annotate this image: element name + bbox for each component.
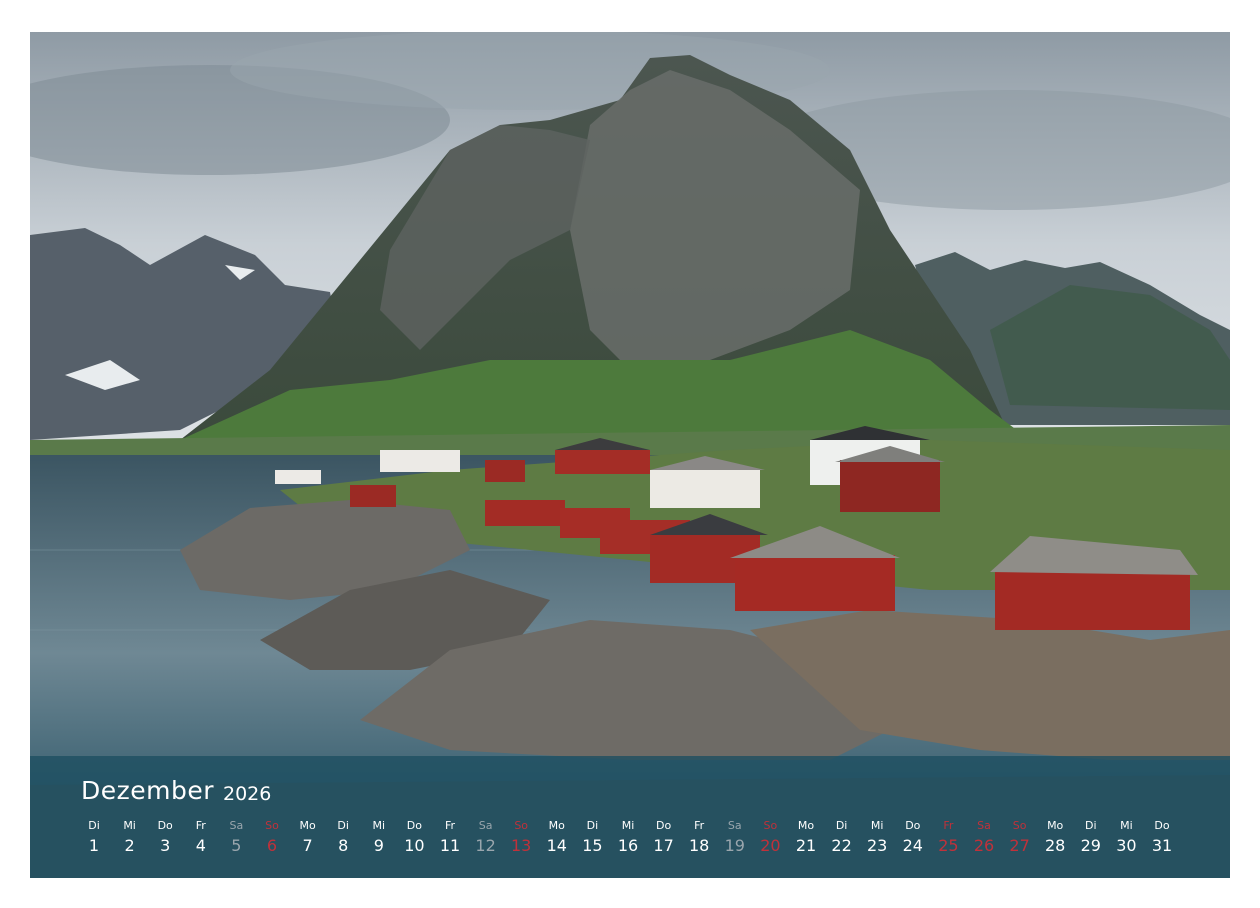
weekday-label: Mi: [1120, 819, 1133, 832]
calendar-band: Dezember 2026 Di 1 Mi 2 Do 3 Fr 4 Sa 5 So 6 Mo 7 Di 8 Mi…: [30, 756, 1230, 878]
day-number: 19: [724, 836, 745, 855]
calendar-photo: [30, 30, 1230, 878]
weekday-label: Di: [1085, 819, 1097, 832]
weekday-label: Mi: [621, 819, 635, 832]
weekday-label: Sa: [977, 819, 991, 832]
day-number: 11: [439, 836, 461, 855]
day-row: Di 1 Mi 2 Do 3 Fr 4 Sa 5 So 6 Mo 7 Di 8 Mi 9 Do 10 Fr 11 Sa 12 S…: [30, 756, 1230, 878]
weekday-label: So: [1012, 819, 1027, 832]
day-number: 9: [373, 836, 384, 855]
day-number: 30: [1116, 836, 1137, 855]
weekday-label: Do: [157, 819, 173, 832]
weekday-label: Fr: [694, 819, 705, 832]
weekday-label: Di: [337, 819, 349, 832]
weekday-label: Sa: [478, 819, 493, 832]
day-number: 16: [617, 836, 639, 855]
day-number: 13: [511, 836, 532, 855]
weekday-label: Mi: [870, 819, 884, 832]
weekday-label: Sa: [229, 819, 244, 832]
weekday-label: Do: [655, 819, 672, 832]
day-number: 12: [475, 836, 496, 855]
weekday-label: Do: [905, 819, 921, 832]
day-number: 29: [1080, 836, 1101, 855]
day-number: 10: [404, 836, 425, 855]
weekday-label: Mi: [123, 819, 136, 832]
day-number: 14: [546, 836, 567, 855]
day-number: 7: [302, 836, 313, 855]
day-number: 28: [1045, 836, 1066, 855]
day-number: 21: [795, 836, 817, 855]
day-number: 17: [653, 836, 674, 855]
weekday-label: Di: [835, 819, 848, 832]
landscape-illustration: [30, 30, 1230, 878]
day-number: 31: [1151, 836, 1173, 855]
day-number: 26: [973, 836, 995, 855]
day-number: 1: [88, 836, 100, 855]
weekday-label: So: [265, 819, 279, 832]
day-number: 4: [195, 836, 206, 855]
weekday-label: So: [514, 819, 529, 832]
weekday-label: Mo: [1047, 819, 1064, 832]
day-number: 18: [689, 836, 710, 855]
day-number: 23: [867, 836, 888, 855]
weekday-label: Do: [1154, 819, 1170, 832]
weekday-label: Fr: [444, 819, 456, 832]
day-number: 22: [831, 836, 852, 855]
weekday-label: Sa: [727, 819, 742, 832]
weekday-label: Di: [88, 819, 100, 832]
weekday-label: Di: [586, 819, 599, 832]
day-number: 25: [938, 836, 959, 855]
weekday-label: Mo: [797, 819, 815, 832]
weekday-label: So: [763, 819, 778, 832]
day-number: 20: [760, 836, 781, 855]
weekday-label: Do: [406, 819, 422, 832]
photo-top-edge: [30, 28, 1230, 32]
day-number: 27: [1009, 836, 1030, 855]
day-number: 8: [338, 836, 349, 855]
day-number: 2: [124, 836, 135, 855]
day-number: 3: [160, 836, 171, 855]
weekday-label: Mi: [372, 819, 386, 832]
weekday-label: Mo: [299, 819, 316, 832]
weekday-label: Mo: [548, 819, 565, 832]
day-number: 15: [582, 836, 603, 855]
day-number: 5: [231, 836, 242, 855]
day-number: 24: [902, 836, 923, 855]
day-number: 6: [266, 836, 278, 855]
weekday-label: Fr: [943, 819, 954, 832]
weekday-label: Fr: [195, 819, 206, 832]
